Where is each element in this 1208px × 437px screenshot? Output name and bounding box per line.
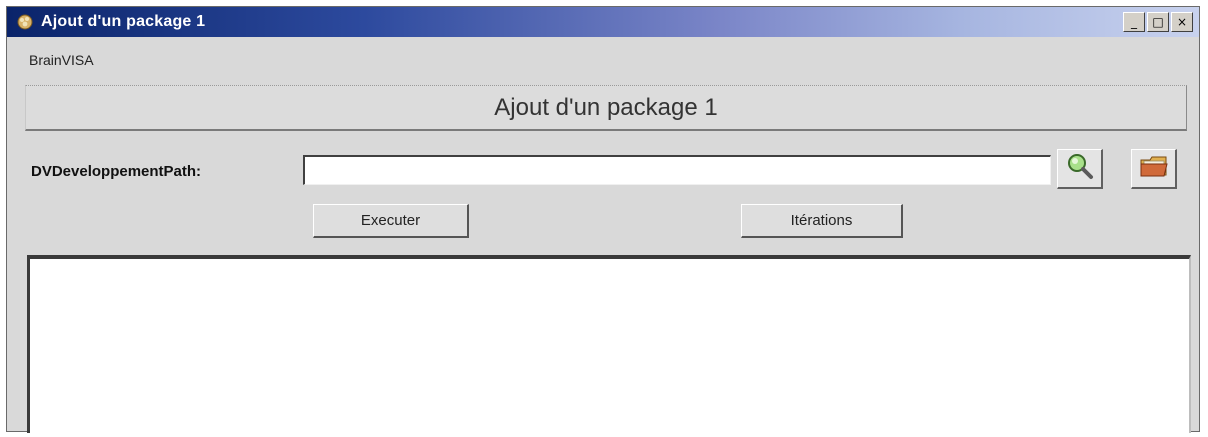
brainvisa-app-icon bbox=[15, 12, 35, 32]
magnifier-icon bbox=[1065, 151, 1095, 186]
dvdeveloppementpath-input[interactable] bbox=[303, 155, 1051, 185]
iterations-button[interactable]: Itérations bbox=[741, 204, 903, 238]
maximize-button[interactable]: □ bbox=[1147, 12, 1169, 32]
browse-database-button[interactable] bbox=[1057, 149, 1103, 189]
window-controls: _ □ × bbox=[1123, 12, 1193, 32]
dvdeveloppementpath-label: DVDeveloppementPath: bbox=[31, 163, 202, 180]
app-name-label: BrainVISA bbox=[29, 52, 94, 68]
minimize-button[interactable]: _ bbox=[1123, 12, 1145, 32]
browse-filesystem-button[interactable] bbox=[1131, 149, 1177, 189]
output-log-area[interactable] bbox=[27, 255, 1191, 433]
application-window: Ajout d'un package 1 _ □ × BrainVISA Ajo… bbox=[6, 6, 1200, 433]
folder-icon bbox=[1138, 151, 1170, 186]
title-bar[interactable]: Ajout d'un package 1 _ □ × bbox=[7, 7, 1199, 37]
execute-button[interactable]: Executer bbox=[313, 204, 469, 238]
window-title: Ajout d'un package 1 bbox=[41, 13, 206, 30]
close-button[interactable]: × bbox=[1171, 12, 1193, 32]
process-title: Ajout d'un package 1 bbox=[494, 93, 718, 121]
process-header-panel: Ajout d'un package 1 bbox=[25, 85, 1187, 131]
